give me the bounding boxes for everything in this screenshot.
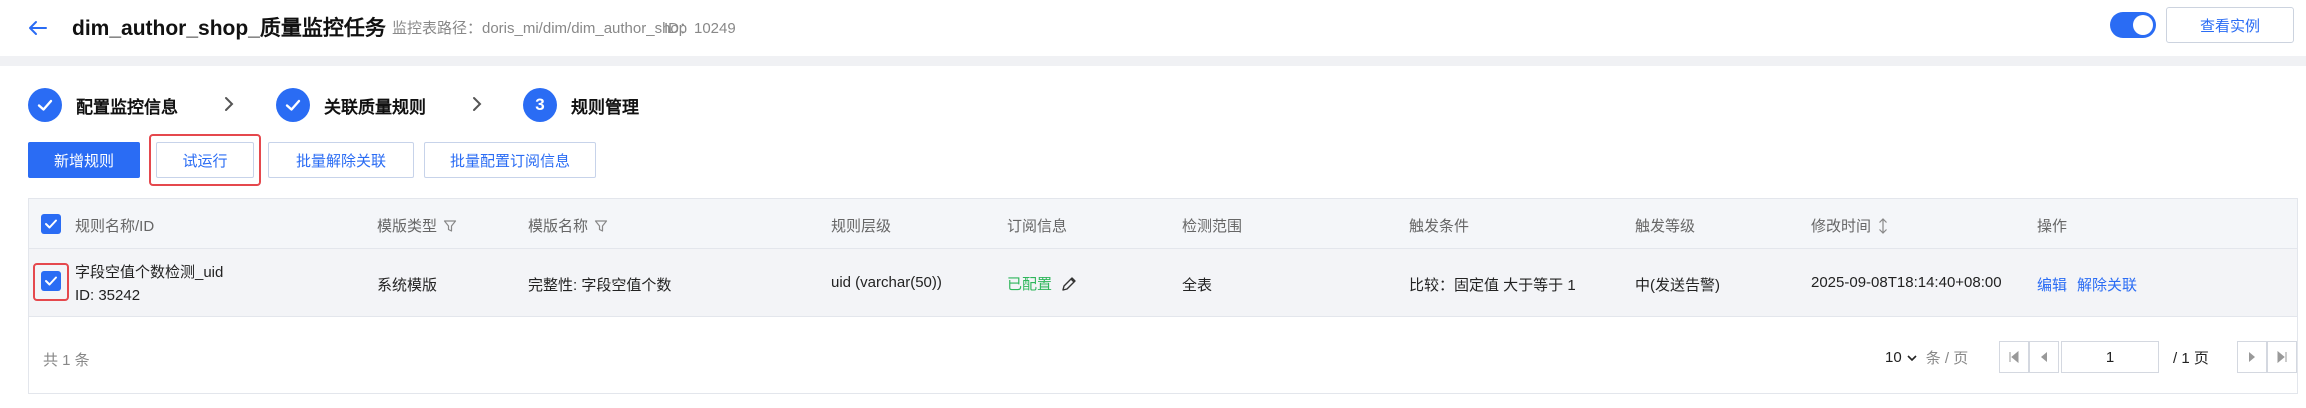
edit-pencil-icon[interactable] (1060, 275, 1078, 293)
trigger-condition: 比较：固定值 大于等于 1 (1409, 277, 1576, 294)
subscription-cell: 已配置 (1007, 273, 1078, 294)
chevron-right-icon (473, 97, 482, 111)
step-done-circle (276, 88, 310, 122)
filter-icon[interactable] (594, 219, 608, 233)
page-header: dim_author_shop_质量监控任务 监控表路径：doris_mi/di… (0, 0, 2306, 56)
first-page-icon (2009, 351, 2019, 363)
col-rule-name: 规则名称/ID (75, 215, 154, 236)
filter-icon[interactable] (443, 219, 457, 233)
col-template-type: 模版类型 (377, 215, 457, 236)
scope: 全表 (1182, 277, 1213, 294)
modified-time: 2025-09-08T18:14:40+08:00 (1811, 274, 2002, 291)
col-condition: 触发条件 (1409, 215, 1469, 236)
rules-table: 规则名称/ID 模版类型 模版名称 规则层级 订阅信息 检测范围 触发条件 触发… (28, 198, 2298, 394)
check-icon (45, 276, 57, 286)
row-checkbox[interactable] (41, 271, 61, 291)
chevron-right-icon (225, 97, 234, 111)
step-label: 规则管理 (571, 97, 639, 117)
next-page-button[interactable] (2237, 341, 2267, 373)
last-page-icon (2277, 351, 2287, 363)
step-number-circle: 3 (523, 88, 557, 122)
chevron-down-icon (1907, 354, 1917, 361)
col-label: 修改时间 (1811, 218, 1872, 235)
step-rule-management[interactable]: 3 规则管理 (523, 88, 639, 122)
view-instance-button[interactable]: 查看实例 (2166, 7, 2294, 43)
col-template-name: 模版名称 (528, 215, 608, 236)
page-title: dim_author_shop_质量监控任务 (72, 17, 386, 40)
add-rule-button[interactable]: 新增规则 (28, 142, 140, 178)
edit-link[interactable]: 编辑 (2037, 274, 2067, 295)
check-icon (45, 219, 57, 229)
col-label: 触发等级 (1635, 218, 1696, 235)
table-row: 字段空值个数检测_uid ID: 35242 系统模版 完整性: 字段空值个数 … (29, 249, 2297, 317)
prev-page-icon (2041, 352, 2047, 362)
check-icon (285, 99, 301, 111)
table-path-label: 监控表路径：doris_mi/dim/dim_author_shop (392, 20, 688, 37)
first-page-button[interactable] (1999, 341, 2029, 373)
col-rule-level: 规则层级 (831, 215, 891, 236)
col-subscription: 订阅信息 (1007, 215, 1067, 236)
col-label: 模版类型 (377, 218, 438, 235)
subscription-status: 已配置 (1007, 276, 1053, 293)
col-label: 模版名称 (528, 218, 589, 235)
step-done-circle (28, 88, 62, 122)
task-id-label: ID：10249 (664, 20, 736, 37)
next-page-icon (2249, 352, 2255, 362)
header-divider (0, 56, 2306, 66)
table-header: 规则名称/ID 模版类型 模版名称 规则层级 订阅信息 检测范围 触发条件 触发… (29, 199, 2297, 249)
step-link-rules[interactable]: 关联质量规则 (276, 88, 426, 122)
check-icon (37, 99, 53, 111)
back-arrow-icon[interactable] (24, 14, 52, 42)
rule-level: uid (varchar(50)) (831, 274, 942, 291)
monitor-toggle[interactable] (2110, 12, 2156, 38)
page-size-value: 10 (1885, 349, 1902, 366)
step-label: 关联质量规则 (324, 97, 426, 117)
prev-page-button[interactable] (2029, 341, 2059, 373)
select-all-checkbox[interactable] (41, 214, 61, 234)
col-label: 触发条件 (1409, 218, 1470, 235)
trigger-level: 中(发送告警) (1635, 277, 1720, 294)
total-pages: / 1 页 (2173, 350, 2209, 367)
template-type: 系统模版 (377, 277, 438, 294)
col-label: 规则层级 (831, 218, 892, 235)
col-actions: 操作 (2037, 215, 2067, 236)
last-page-button[interactable] (2267, 341, 2297, 373)
sort-icon[interactable] (1877, 217, 1889, 234)
batch-subscribe-button[interactable]: 批量配置订阅信息 (424, 142, 596, 178)
trial-run-button[interactable]: 试运行 (156, 142, 254, 178)
col-modified-time[interactable]: 修改时间 (1811, 215, 1889, 236)
col-label: 检测范围 (1182, 218, 1243, 235)
total-count: 共 1 条 (43, 352, 90, 369)
col-label: 操作 (2037, 218, 2068, 235)
batch-unlink-button[interactable]: 批量解除关联 (268, 142, 414, 178)
template-name: 完整性: 字段空值个数 (528, 277, 672, 294)
rule-name: 字段空值个数检测_uid (75, 264, 224, 281)
col-label: 规则名称/ID (75, 218, 155, 235)
page-size-unit: 条 / 页 (1925, 350, 1969, 367)
rule-id: ID: 35242 (75, 287, 141, 304)
unlink-link[interactable]: 解除关联 (2077, 274, 2137, 295)
col-label: 订阅信息 (1007, 218, 1068, 235)
col-scope: 检测范围 (1182, 215, 1242, 236)
page-size-select[interactable]: 10 条 / 页 (1885, 347, 1968, 368)
page-number-input[interactable] (2061, 341, 2159, 373)
toggle-knob (2133, 15, 2153, 35)
col-trigger-level: 触发等级 (1635, 215, 1695, 236)
step-label: 配置监控信息 (76, 97, 178, 117)
step-config-monitor[interactable]: 配置监控信息 (28, 88, 178, 122)
